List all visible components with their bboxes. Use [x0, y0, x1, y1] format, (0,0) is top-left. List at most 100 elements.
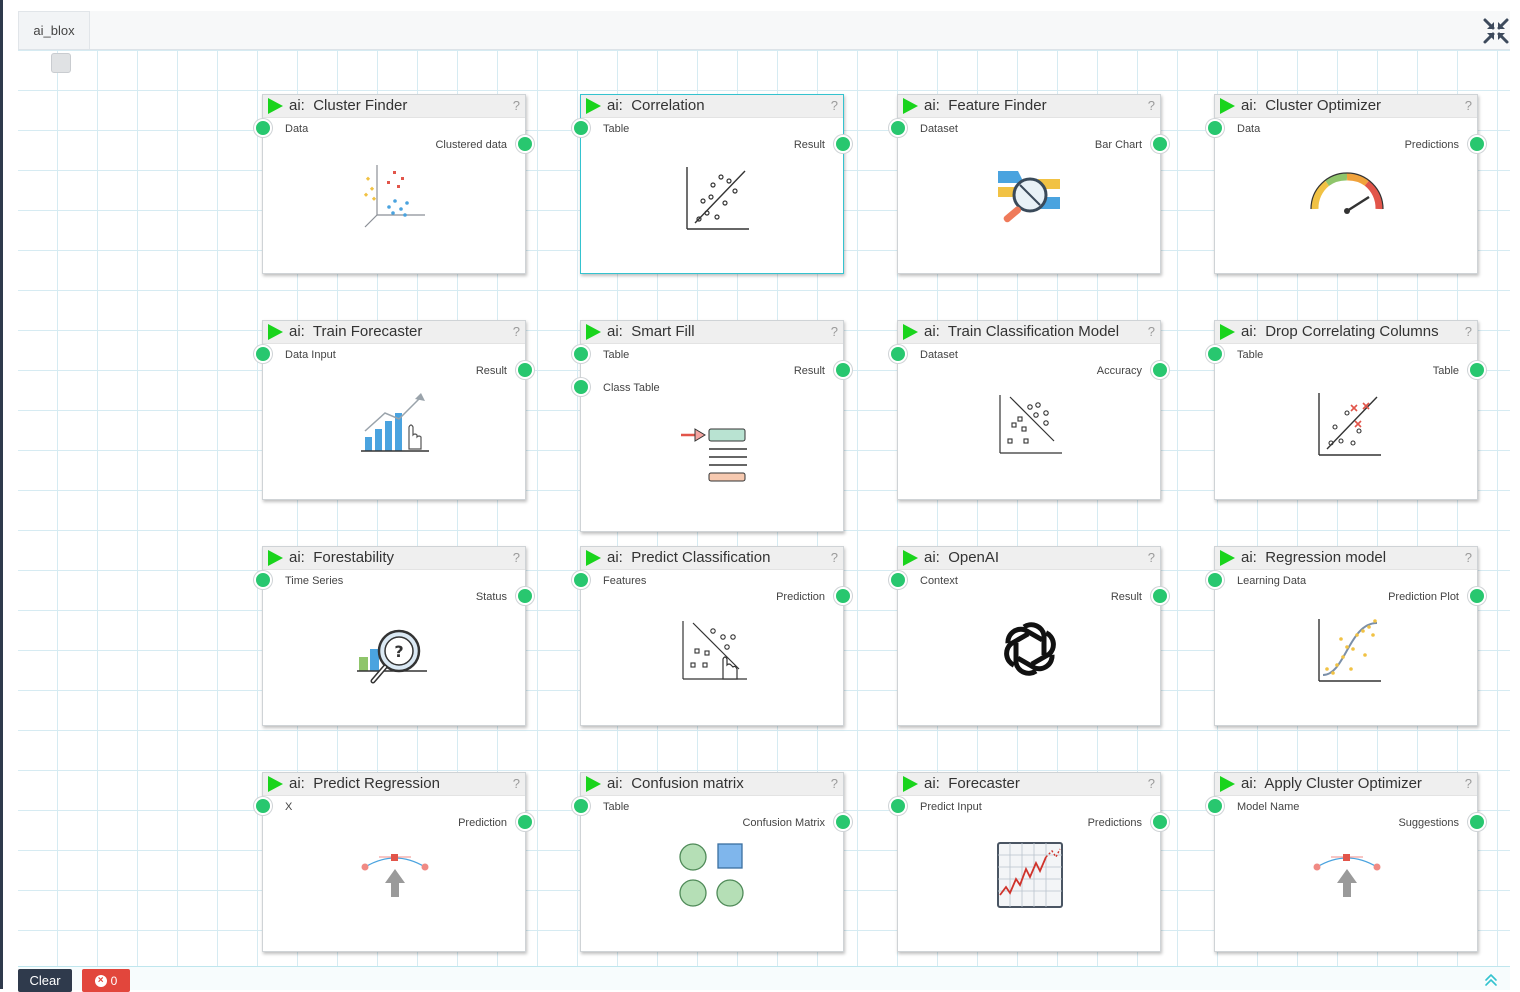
input-port[interactable]	[572, 571, 590, 589]
run-play-icon[interactable]	[903, 98, 918, 114]
block-confusion-matrix[interactable]: ai: Confusion matrix? Table Confusion Matr…	[572, 772, 852, 952]
tab-ai-blox[interactable]: ai_blox	[18, 11, 90, 49]
run-play-icon[interactable]	[268, 324, 283, 340]
output-port[interactable]	[1468, 813, 1486, 831]
output-port[interactable]	[1151, 361, 1169, 379]
block-forecaster[interactable]: ai: Forecaster? Predict Input Predictions	[889, 772, 1169, 952]
run-play-icon[interactable]	[1220, 324, 1235, 340]
block-header[interactable]: ai: Forecaster?	[898, 773, 1160, 796]
block-predict-regression[interactable]: ai: Predict Regression? X Prediction	[254, 772, 534, 952]
help-icon[interactable]: ?	[513, 776, 520, 791]
output-port[interactable]	[516, 361, 534, 379]
canvas-checkbox[interactable]	[51, 53, 71, 73]
input-port[interactable]	[889, 571, 907, 589]
help-icon[interactable]: ?	[513, 550, 520, 565]
block-header[interactable]: ai: Correlation?	[581, 95, 843, 118]
help-icon[interactable]: ?	[1465, 776, 1472, 791]
chevron-double-up-icon[interactable]	[1484, 973, 1498, 987]
block-header[interactable]: ai: Confusion matrix?	[581, 773, 843, 796]
run-play-icon[interactable]	[268, 98, 283, 114]
input-port[interactable]	[1206, 571, 1224, 589]
block-cluster-optimizer[interactable]: ai: Cluster Optimizer? Data Predictions	[1206, 94, 1486, 274]
input-port[interactable]	[1206, 119, 1224, 137]
run-play-icon[interactable]	[586, 776, 601, 792]
help-icon[interactable]: ?	[831, 98, 838, 113]
block-smart-fill[interactable]: ai: Smart Fill? Table Class Table Result	[572, 320, 852, 532]
input-port[interactable]	[572, 797, 590, 815]
help-icon[interactable]: ?	[831, 324, 838, 339]
input-port[interactable]	[889, 797, 907, 815]
block-openai[interactable]: ai: OpenAI? Context Result	[889, 546, 1169, 726]
block-drop-correlating-columns[interactable]: ai: Drop Correlating Columns? Table Table	[1206, 320, 1486, 500]
run-play-icon[interactable]	[586, 550, 601, 566]
output-port[interactable]	[1468, 587, 1486, 605]
workflow-canvas[interactable]: ai: Cluster Finder? Data Clustered data ai:…	[18, 50, 1510, 966]
input-port[interactable]	[572, 378, 590, 396]
output-port[interactable]	[834, 587, 852, 605]
help-icon[interactable]: ?	[1148, 98, 1155, 113]
block-header[interactable]: ai: Feature Finder?	[898, 95, 1160, 118]
run-play-icon[interactable]	[903, 776, 918, 792]
help-icon[interactable]: ?	[1465, 98, 1472, 113]
help-icon[interactable]: ?	[1148, 776, 1155, 791]
run-play-icon[interactable]	[268, 776, 283, 792]
run-play-icon[interactable]	[1220, 776, 1235, 792]
output-port[interactable]	[516, 587, 534, 605]
help-icon[interactable]: ?	[1148, 550, 1155, 565]
block-train-classification-model[interactable]: ai: Train Classification Model? Dataset Ac…	[889, 320, 1169, 500]
input-port[interactable]	[1206, 345, 1224, 363]
block-correlation[interactable]: ai: Correlation? Table Result	[572, 94, 852, 274]
run-play-icon[interactable]	[586, 98, 601, 114]
block-forestability[interactable]: ai: Forestability? Time Series Status?	[254, 546, 534, 726]
input-port[interactable]	[1206, 797, 1224, 815]
block-apply-cluster-optimizer[interactable]: ai: Apply Cluster Optimizer? Model Name Su…	[1206, 772, 1486, 952]
block-header[interactable]: ai: Train Forecaster?	[263, 321, 525, 344]
output-port[interactable]	[834, 361, 852, 379]
collapse-fullscreen-button[interactable]	[1482, 17, 1510, 45]
input-port[interactable]	[254, 345, 272, 363]
output-port[interactable]	[834, 135, 852, 153]
block-header[interactable]: ai: Forestability?	[263, 547, 525, 570]
block-train-forecaster[interactable]: ai: Train Forecaster? Data Input Result	[254, 320, 534, 500]
block-header[interactable]: ai: Predict Regression?	[263, 773, 525, 796]
output-port[interactable]	[1468, 135, 1486, 153]
block-regression-model[interactable]: ai: Regression model? Learning Data Predic…	[1206, 546, 1486, 726]
block-header[interactable]: ai: Drop Correlating Columns?	[1215, 321, 1477, 344]
output-port[interactable]	[516, 135, 534, 153]
run-play-icon[interactable]	[1220, 550, 1235, 566]
input-port[interactable]	[254, 119, 272, 137]
block-header[interactable]: ai: Smart Fill?	[581, 321, 843, 344]
block-header[interactable]: ai: Apply Cluster Optimizer?	[1215, 773, 1477, 796]
output-port[interactable]	[516, 813, 534, 831]
block-header[interactable]: ai: Predict Classification?	[581, 547, 843, 570]
block-header[interactable]: ai: Cluster Optimizer?	[1215, 95, 1477, 118]
output-port[interactable]	[1151, 587, 1169, 605]
output-port[interactable]	[1468, 361, 1486, 379]
block-header[interactable]: ai: OpenAI?	[898, 547, 1160, 570]
block-cluster-finder[interactable]: ai: Cluster Finder? Data Clustered data	[254, 94, 534, 274]
run-play-icon[interactable]	[1220, 98, 1235, 114]
block-predict-classification[interactable]: ai: Predict Classification? Features Predi…	[572, 546, 852, 726]
help-icon[interactable]: ?	[513, 324, 520, 339]
output-port[interactable]	[834, 813, 852, 831]
help-icon[interactable]: ?	[831, 550, 838, 565]
help-icon[interactable]: ?	[1148, 324, 1155, 339]
input-port[interactable]	[572, 345, 590, 363]
run-play-icon[interactable]	[586, 324, 601, 340]
block-header[interactable]: ai: Regression model?	[1215, 547, 1477, 570]
help-icon[interactable]: ?	[831, 776, 838, 791]
output-port[interactable]	[1151, 135, 1169, 153]
run-play-icon[interactable]	[903, 324, 918, 340]
help-icon[interactable]: ?	[1465, 324, 1472, 339]
input-port[interactable]	[254, 797, 272, 815]
run-play-icon[interactable]	[903, 550, 918, 566]
help-icon[interactable]: ?	[513, 98, 520, 113]
block-header[interactable]: ai: Train Classification Model?	[898, 321, 1160, 344]
help-icon[interactable]: ?	[1465, 550, 1472, 565]
run-play-icon[interactable]	[268, 550, 283, 566]
input-port[interactable]	[572, 119, 590, 137]
block-header[interactable]: ai: Cluster Finder?	[263, 95, 525, 118]
output-port[interactable]	[1151, 813, 1169, 831]
input-port[interactable]	[889, 345, 907, 363]
input-port[interactable]	[889, 119, 907, 137]
